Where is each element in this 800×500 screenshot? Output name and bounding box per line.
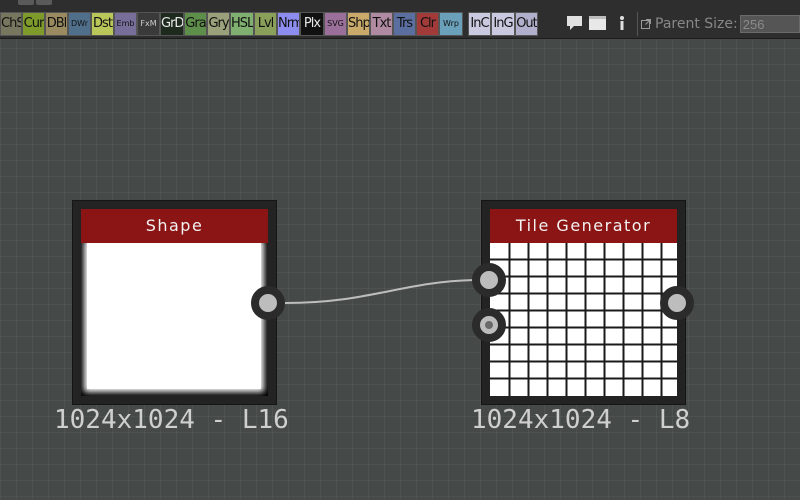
- tile-grid-preview: [490, 243, 677, 396]
- node-size-label: 1024x1024 - L8: [471, 405, 691, 435]
- node-size-label: 1024x1024 - L16: [54, 405, 289, 435]
- node-title: Tile Generator: [490, 209, 677, 243]
- tile-generator-input-port[interactable]: [472, 263, 506, 297]
- tile-generator-output-port[interactable]: [660, 286, 694, 320]
- shape-preview-square: [87, 243, 261, 389]
- node-preview: [81, 243, 268, 396]
- node-preview: [490, 243, 677, 396]
- tile-generator-node[interactable]: Tile Generator: [482, 201, 685, 404]
- shape-node[interactable]: Shape: [73, 201, 276, 404]
- node-title: Shape: [81, 209, 268, 243]
- tile-generator-input-port-2[interactable]: [472, 308, 506, 342]
- shape-output-port[interactable]: [251, 286, 285, 320]
